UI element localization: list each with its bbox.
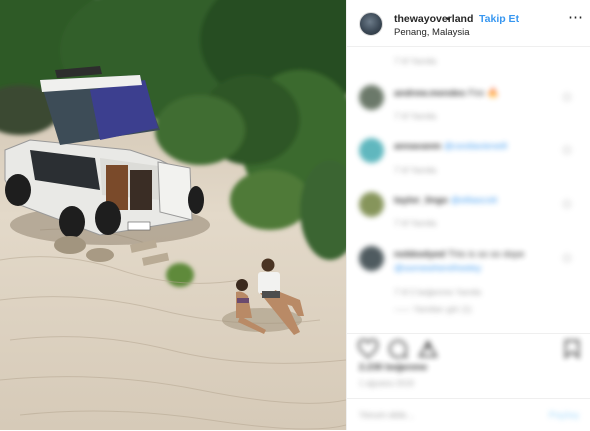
view-replies-link[interactable]: —— Yanıtları gör (1) bbox=[394, 304, 472, 314]
likes-count[interactable]: 2.230 beğenme bbox=[359, 362, 427, 373]
comment-username[interactable]: annavanm bbox=[394, 141, 441, 152]
comment-username[interactable]: andrew.mendes bbox=[394, 88, 465, 99]
post-comment-button[interactable]: Paylaş bbox=[549, 410, 579, 421]
comment-mention[interactable]: @elliascott bbox=[450, 195, 497, 206]
follow-button[interactable]: Takip Et bbox=[479, 13, 519, 25]
comment-like-icon[interactable] bbox=[563, 93, 571, 101]
comment-like-icon[interactable] bbox=[563, 146, 571, 154]
comment-text-line2: @somewherefreeley bbox=[394, 263, 481, 274]
post-side-panel: thewayoverland • Takip Et Penang, Malays… bbox=[346, 0, 590, 430]
share-icon[interactable] bbox=[417, 338, 439, 360]
comment-mention[interactable]: @somewherefreeley bbox=[394, 263, 481, 274]
comment-avatar[interactable] bbox=[359, 138, 384, 163]
add-comment-bar: Yorum ekle... Paylaş bbox=[347, 398, 590, 431]
comment-meta: 7 hf Yanıtla bbox=[394, 218, 437, 228]
comment-like-icon[interactable] bbox=[563, 200, 571, 208]
comment-meta: 7 hf Yanıtla bbox=[394, 111, 437, 121]
post-date: 1 ağustos 2019 bbox=[359, 379, 414, 388]
location-link[interactable]: Penang, Malaysia bbox=[394, 27, 470, 38]
comment-icon[interactable] bbox=[387, 338, 409, 360]
comment-username[interactable]: nobbodyed bbox=[394, 249, 445, 260]
comment-text: taylor_lingo @elliascott bbox=[394, 195, 497, 206]
comment-avatar[interactable] bbox=[359, 85, 384, 110]
comment-meta: 7 hf 2 beğenme Yanıtla bbox=[394, 287, 482, 297]
add-comment-input[interactable]: Yorum ekle... bbox=[359, 410, 414, 421]
comment-body: This is so so dope bbox=[447, 249, 525, 260]
comments-list: 7 hf Yanıtla andrew.mendes Fire 🔥 7 hf Y… bbox=[347, 48, 590, 330]
comment-username[interactable]: taylor_lingo bbox=[394, 195, 448, 206]
separator-dot: • bbox=[446, 13, 450, 25]
beach-overland-photo bbox=[0, 0, 346, 430]
avatar[interactable] bbox=[359, 12, 383, 36]
post-photo[interactable] bbox=[0, 0, 346, 430]
comment-meta: 7 hf Yanıtla bbox=[394, 165, 437, 175]
comment-text: andrew.mendes Fire 🔥 bbox=[394, 88, 499, 99]
comment-mention[interactable]: @cestlavieneill bbox=[444, 141, 508, 152]
comment-meta: 7 hf Yanıtla bbox=[394, 56, 437, 66]
comment-body: Fire 🔥 bbox=[468, 88, 499, 99]
post-actions bbox=[347, 333, 590, 364]
comment-avatar[interactable] bbox=[359, 246, 384, 271]
comment-text: annavanm @cestlavieneill bbox=[394, 141, 507, 152]
comment-like-icon[interactable] bbox=[563, 254, 571, 262]
more-horizontal-icon[interactable]: ⋯ bbox=[568, 10, 584, 25]
comment-text: nobbodyed This is so so dope bbox=[394, 249, 524, 260]
username-link[interactable]: thewayoverland bbox=[394, 13, 473, 25]
heart-icon[interactable] bbox=[357, 338, 379, 360]
bookmark-icon[interactable] bbox=[561, 338, 583, 360]
post-header: thewayoverland • Takip Et Penang, Malays… bbox=[347, 0, 590, 47]
comment-avatar[interactable] bbox=[359, 192, 384, 217]
